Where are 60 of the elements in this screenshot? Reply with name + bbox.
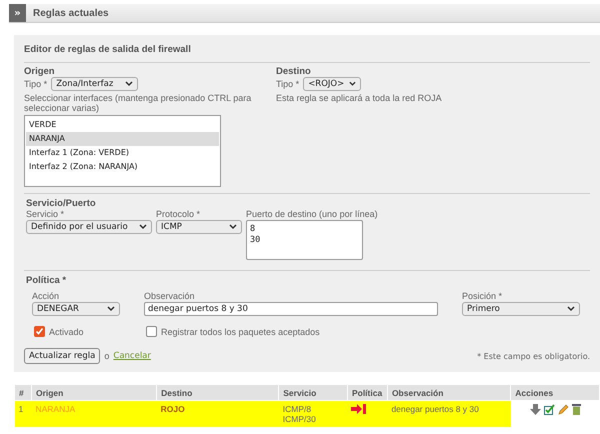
caret-icon xyxy=(349,81,356,87)
dropdown[interactable]: Zona/Interfaz xyxy=(51,77,138,91)
table-cell: ICMP/8 ICMP/30 xyxy=(278,400,348,427)
dropdown[interactable]: Primero xyxy=(462,302,580,316)
column-header: # xyxy=(14,384,32,400)
table-cell: ROJO xyxy=(156,400,279,427)
column-header: Política xyxy=(347,384,388,400)
section-heading: Servicio/Puerto xyxy=(26,198,97,209)
field-label: Puerto de destino (uno por línea) xyxy=(246,209,378,219)
caret-icon xyxy=(139,224,147,230)
dropdown[interactable]: DENEGAR xyxy=(32,302,120,316)
field-label: Posición * xyxy=(462,291,504,301)
column-header: Origen xyxy=(31,384,157,400)
hint-text: Seleccionar interfaces (mantenga presionado CTRL para seleccionar varias) xyxy=(24,93,252,113)
table-cell: NARANJA xyxy=(31,400,157,427)
deny-arrow-icon xyxy=(351,404,368,414)
section-heading: Origen xyxy=(24,66,56,77)
field-label: Tipo * xyxy=(24,79,48,89)
caret-icon xyxy=(567,306,575,312)
caret-icon xyxy=(125,81,134,87)
field-label: Protocolo * xyxy=(156,209,202,219)
separator-text: o xyxy=(104,351,110,361)
remark-field[interactable]: denegar puertos 8 y 30 xyxy=(144,302,438,316)
trash-icon[interactable] xyxy=(572,404,581,415)
list-option[interactable]: Interfaz 1 (Zona: VERDE) xyxy=(26,146,219,160)
section-heading: Política * xyxy=(26,275,68,286)
list-option[interactable]: VERDE xyxy=(26,118,219,132)
dropdown[interactable]: Definido por el usuario xyxy=(26,220,152,234)
caret-icon xyxy=(229,224,237,230)
table-cell: denegar puertos 8 y 30 xyxy=(387,400,511,427)
field-label: Servicio * xyxy=(26,209,66,219)
update-button[interactable]: Actualizar regla xyxy=(24,348,100,364)
dropdown[interactable]: <ROJO> xyxy=(303,77,362,91)
checkbox-label: Registrar todos los paquetes aceptados xyxy=(161,326,320,336)
field-label: Tipo * xyxy=(276,79,300,89)
column-header: Servicio xyxy=(278,384,348,400)
field-label: Acción xyxy=(32,291,60,301)
table-cell: 1 xyxy=(14,400,32,427)
list-option[interactable]: Interfaz 2 (Zona: NARANJA) xyxy=(26,160,219,174)
column-header: Acciones xyxy=(510,384,600,400)
caret-icon xyxy=(107,306,115,312)
column-header: Observación xyxy=(387,384,511,400)
checkbox-label: Activado xyxy=(49,326,84,336)
list-option[interactable]: NARANJA xyxy=(26,132,219,146)
expand-button[interactable]: » xyxy=(9,4,26,22)
ports-field[interactable]: 8 30 xyxy=(246,220,363,260)
checkmark-icon[interactable] xyxy=(544,404,555,415)
section-heading: Destino xyxy=(276,66,312,77)
checkbox[interactable] xyxy=(34,326,45,337)
checkbox[interactable] xyxy=(146,326,157,337)
down-arrow-icon[interactable] xyxy=(530,404,541,415)
column-header: Destino xyxy=(156,384,279,400)
dropdown[interactable]: ICMP xyxy=(156,220,242,234)
field-label: Observación xyxy=(144,291,196,301)
pencil-icon[interactable] xyxy=(558,404,569,415)
interface-list[interactable]: VERDE NARANJA Interfaz 1 (Zona: VERDE) Interfaz 2 (Zona: NARANJA) xyxy=(24,115,221,187)
required-note: * Este campo es obligatorio. xyxy=(477,352,590,360)
note-text: Esta regla se aplicará a toda la red ROJA xyxy=(276,93,443,103)
section-title: Reglas actuales xyxy=(33,8,109,18)
editor-title: Editor de reglas de salida del firewall xyxy=(24,44,590,63)
